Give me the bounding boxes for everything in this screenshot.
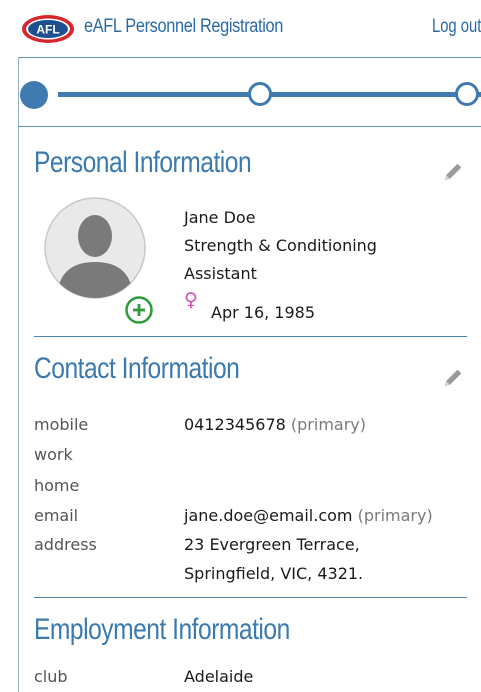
mobile-number[interactable]: 0412345678 xyxy=(184,415,286,434)
edit-personal-pencil-icon[interactable] xyxy=(441,160,465,184)
add-photo-icon[interactable] xyxy=(125,296,153,324)
email-label: email xyxy=(34,506,79,525)
person-role-line1: Strength & Conditioning xyxy=(184,236,377,255)
step-3-indicator[interactable] xyxy=(455,82,479,106)
stepper-divider xyxy=(18,126,481,127)
app-title: eAFL Personnel Registration xyxy=(84,16,284,37)
step-2-indicator[interactable] xyxy=(248,82,272,106)
female-symbol-icon: ♀ xyxy=(184,289,198,311)
work-label: work xyxy=(34,445,73,464)
contact-section-divider xyxy=(34,597,467,598)
header-divider xyxy=(18,57,481,58)
address-line2: Springfield, VIC, 4321. xyxy=(184,564,364,583)
registration-stepper xyxy=(18,74,481,114)
afl-logo-icon: AFL xyxy=(22,15,74,43)
mobile-value: 0412345678 (primary) xyxy=(184,415,366,434)
logo-text: AFL xyxy=(36,23,59,37)
mobile-label: mobile xyxy=(34,415,89,434)
employment-info-heading: Employment Information xyxy=(34,613,290,646)
contact-info-heading: Contact Information xyxy=(34,352,240,385)
avatar-person-silhouette-icon[interactable] xyxy=(43,196,147,300)
person-dob: Apr 16, 1985 xyxy=(211,303,316,322)
club-value: Adelaide xyxy=(184,667,254,686)
personal-info-heading: Personal Information xyxy=(34,146,252,179)
logout-link[interactable]: Log out xyxy=(432,16,481,38)
email-address[interactable]: jane.doe@email.com xyxy=(184,506,353,525)
home-label: home xyxy=(34,476,80,495)
mobile-primary-tag: (primary) xyxy=(290,415,366,434)
person-role-line2: Assistant xyxy=(184,264,257,283)
personal-section-divider xyxy=(34,336,467,337)
edit-contact-pencil-icon[interactable] xyxy=(441,366,465,390)
club-label: club xyxy=(34,667,68,686)
email-primary-tag: (primary) xyxy=(357,506,433,525)
address-label: address xyxy=(34,535,97,554)
step-1-indicator[interactable] xyxy=(20,81,48,109)
content-left-border xyxy=(18,57,19,692)
email-value: jane.doe@email.com (primary) xyxy=(184,506,433,525)
person-name: Jane Doe xyxy=(184,208,256,227)
address-line1: 23 Evergreen Terrace, xyxy=(184,535,360,554)
